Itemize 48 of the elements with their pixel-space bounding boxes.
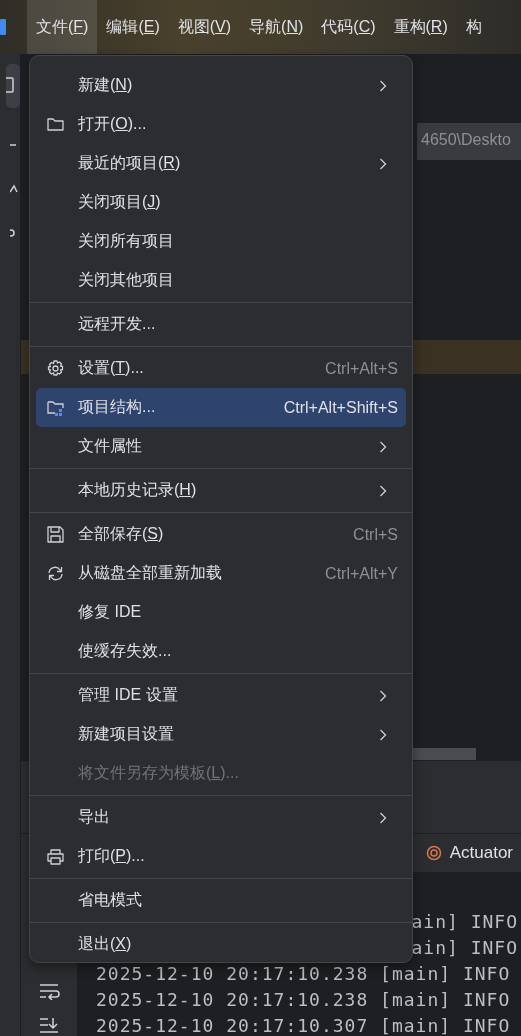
reload-icon: [46, 564, 65, 583]
menu-item[interactable]: 退出(X): [36, 925, 406, 964]
menu-item[interactable]: 文件属性: [36, 427, 406, 466]
menu-item[interactable]: 全部保存(S) Ctrl+S: [36, 515, 406, 554]
log-line: ain] INFO: [411, 938, 518, 958]
menu-bar-item[interactable]: 视图(V): [168, 0, 241, 54]
menu-bar-item[interactable]: 导航(N): [240, 0, 313, 54]
menu-item[interactable]: 新建项目设置: [36, 715, 406, 754]
menu-item[interactable]: 远程开发...: [36, 305, 406, 344]
log-line: ain] INFO: [411, 912, 518, 932]
menu-item[interactable]: 关闭项目(J): [36, 183, 406, 222]
menu-item[interactable]: 设置(T)... Ctrl+Alt+S: [36, 349, 406, 388]
menu-item[interactable]: 关闭其他项目: [36, 261, 406, 300]
menu-item[interactable]: 打开(O)...: [36, 105, 406, 144]
menu-bar-item[interactable]: 代码(C): [312, 0, 385, 54]
settings-icon: [46, 359, 65, 378]
file-path: 4650\Deskto: [417, 123, 521, 160]
menu-item[interactable]: 从磁盘全部重新加载 Ctrl+Alt+Y: [36, 554, 406, 593]
menu-item[interactable]: 管理 IDE 设置: [36, 676, 406, 715]
menu-item[interactable]: 项目结构... Ctrl+Alt+Shift+S: [36, 388, 406, 427]
log-line: 2025-12-10 20:17:10.238 [main] INFO: [96, 964, 511, 984]
menu-bar-item[interactable]: 构: [456, 0, 491, 54]
menu-item[interactable]: 使缓存失效...: [36, 632, 406, 671]
menu-item[interactable]: 省电模式: [36, 881, 406, 920]
save-icon: [46, 525, 65, 544]
log-line: 2025-12-10 20:17:10.238 [main] INFO: [96, 990, 511, 1010]
shortcut-text: Ctrl+Alt+S: [325, 359, 398, 378]
menu-bar-item[interactable]: 编辑(E): [97, 0, 169, 54]
scroll-to-end-icon[interactable]: [38, 1016, 60, 1034]
shortcut-text: Ctrl+Alt+Shift+S: [283, 398, 398, 417]
menu-bar-item[interactable]: 文件(F): [27, 0, 98, 54]
log-line: 2025-12-10 20:17:10.307 [main] INFO: [96, 1016, 511, 1036]
folder-grid-icon: [46, 398, 65, 417]
menu-item[interactable]: 最近的项目(R): [36, 144, 406, 183]
menu-item[interactable]: 本地历史记录(H): [36, 471, 406, 510]
actuator-tab[interactable]: Actuator: [425, 843, 521, 863]
menu-item[interactable]: 修复 IDE: [36, 593, 406, 632]
menu-item[interactable]: 打印(P)...: [36, 837, 406, 876]
menu-item[interactable]: 导出: [36, 798, 406, 837]
menu-bar-item[interactable]: 重构(R): [384, 0, 457, 54]
menu-item[interactable]: 新建(N): [36, 66, 406, 105]
target-icon: [425, 845, 442, 861]
shortcut-text: Ctrl+Alt+Y: [325, 564, 398, 583]
printer-icon: [46, 847, 65, 866]
menu-item[interactable]: 关闭所有项目: [36, 222, 406, 261]
shortcut-text: Ctrl+S: [353, 525, 398, 544]
soft-wrap-icon[interactable]: [38, 982, 60, 1000]
app-logo-icon[interactable]: [0, 17, 8, 37]
